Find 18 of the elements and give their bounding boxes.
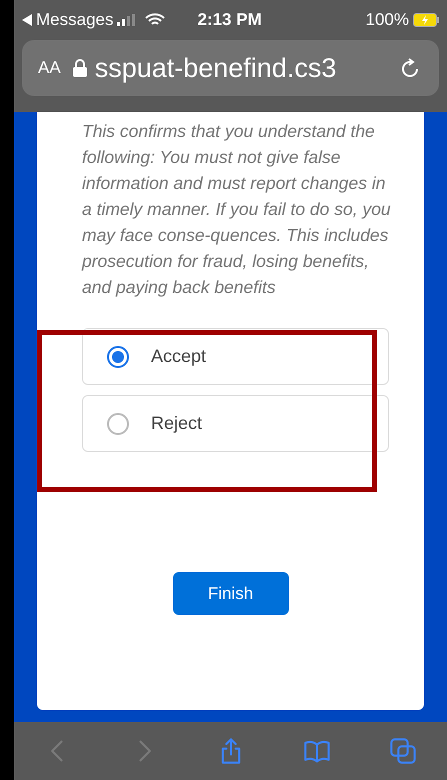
radio-option[interactable]: Reject	[82, 395, 389, 452]
finish-button[interactable]: Finish	[172, 572, 288, 615]
address-bar[interactable]: AA sspuat-benefind.cs3	[22, 40, 439, 96]
time: 2:13 PM	[197, 9, 262, 32]
text-size-button[interactable]: AA	[38, 55, 61, 81]
back-arrow-icon[interactable]	[22, 14, 32, 26]
radio-selected[interactable]	[107, 346, 129, 368]
radio-option[interactable]: Accept	[82, 328, 389, 385]
consent-text: This confirms that you understand the following: You must not give false information and must report changes in a timely manner. If you fail to do so, you may face conse-quences. This includes prosecution for fraud, losing benefits, and paying back benefits	[82, 120, 391, 299]
radio-unselected[interactable]	[107, 412, 129, 434]
battery-icon	[413, 13, 439, 27]
battery-percent: 100%	[366, 9, 409, 32]
tabs-icon[interactable]	[389, 737, 417, 765]
signal-icon	[117, 14, 138, 26]
url-text: sspuat-benefind.cs3	[94, 52, 336, 85]
back-app-label[interactable]: Messages	[36, 7, 114, 33]
lock-icon	[72, 59, 87, 77]
wifi-icon	[145, 13, 166, 27]
